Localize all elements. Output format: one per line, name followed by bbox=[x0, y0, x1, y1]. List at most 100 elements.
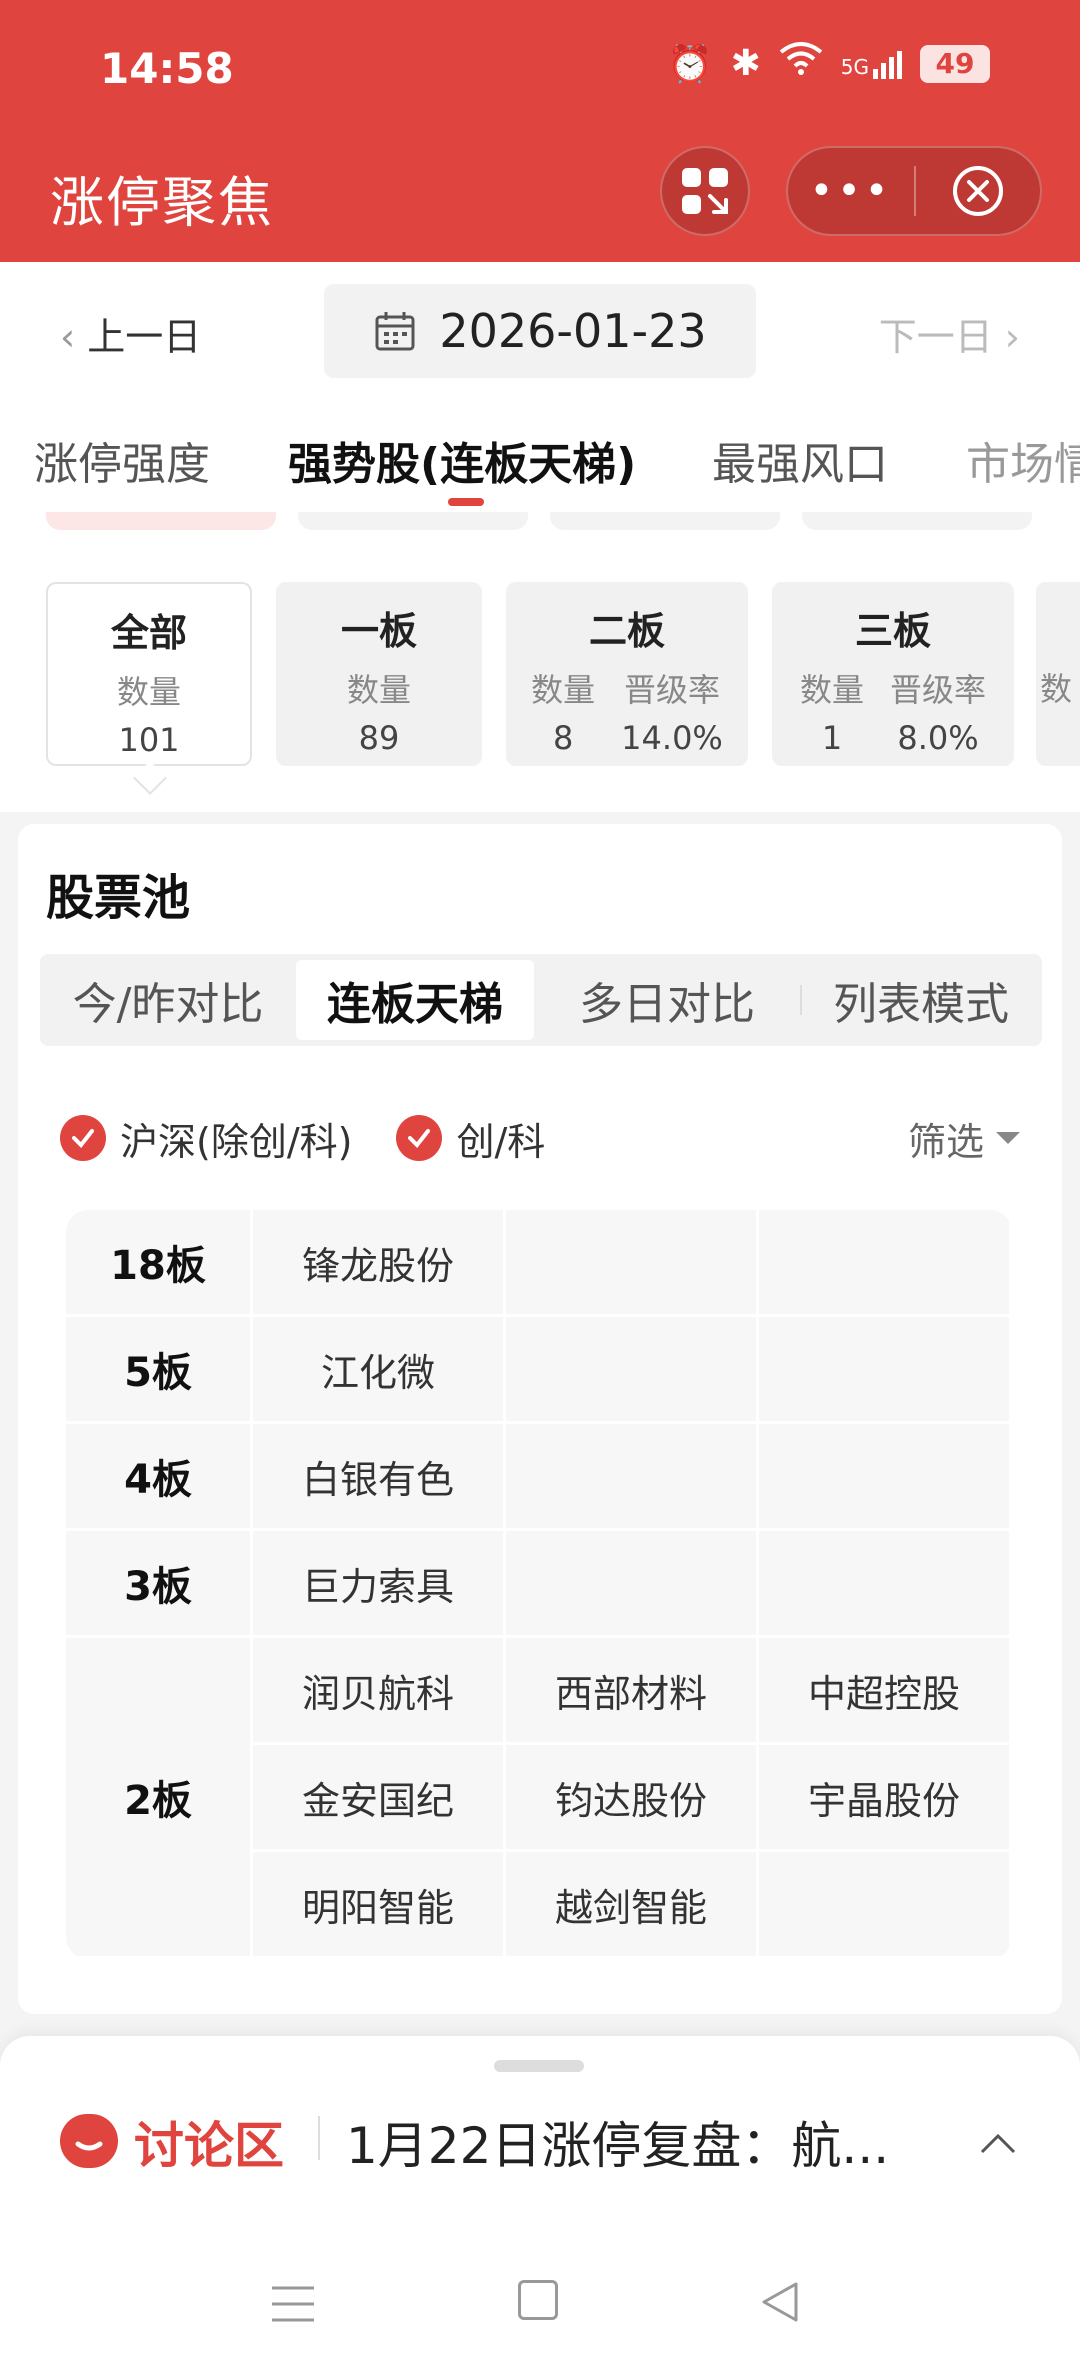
check-icon bbox=[408, 1129, 431, 1149]
ladder-stock[interactable]: 中超控股 bbox=[759, 1638, 1009, 1742]
ladder-row: 金安国纪 钧达股份 宇晶股份 bbox=[253, 1745, 1009, 1852]
bluetooth-icon: ✱ bbox=[730, 43, 761, 84]
prev-day-button[interactable]: ‹ 上一日 bbox=[60, 306, 201, 361]
stock-pool-panel: 股票池 今/昨对比 连板天梯 多日对比 列表模式 沪深(除创/科) 创/科 筛选… bbox=[18, 824, 1062, 2014]
ladder-board-label: 3板 bbox=[66, 1531, 250, 1635]
strip-pill bbox=[802, 512, 1032, 530]
ladder-row: 润贝航科 西部材料 中超控股 bbox=[253, 1638, 1009, 1745]
checkbox-ck[interactable] bbox=[396, 1115, 443, 1161]
ladder-row: 4板 白银有色 bbox=[66, 1424, 1012, 1531]
board-card-1[interactable]: 一板 数量 89 bbox=[276, 582, 482, 766]
pool-subtabs: 今/昨对比 连板天梯 多日对比 列表模式 bbox=[40, 954, 1042, 1046]
dropdown-arrow-icon bbox=[996, 1132, 1020, 1144]
ladder-stock[interactable]: 锋龙股份 bbox=[253, 1210, 503, 1314]
ladder-group-2: 2板 润贝航科 西部材料 中超控股 金安国纪 钧达股份 宇晶股份 明阳智能 越剑… bbox=[66, 1638, 1012, 1959]
chevron-left-icon: ‹ bbox=[60, 315, 76, 359]
ladder-board-label: 2板 bbox=[66, 1638, 250, 1956]
discussion-divider bbox=[318, 2116, 320, 2160]
filter-ck-label[interactable]: 创/科 bbox=[456, 1111, 545, 1166]
subtab-list-mode[interactable]: 列表模式 bbox=[802, 960, 1040, 1040]
ladder-stock[interactable]: 金安国纪 bbox=[253, 1745, 503, 1849]
board-card-qty-label: 数量 bbox=[799, 671, 864, 709]
filter-hs-label[interactable]: 沪深(除创/科) bbox=[120, 1111, 352, 1166]
tab-market[interactable]: 市场情 bbox=[966, 428, 1080, 492]
board-card-rate-label: 晋级率 bbox=[623, 671, 720, 709]
ladder-stock bbox=[759, 1210, 1009, 1314]
discussion-latest-post[interactable]: 1月22日涨停复盘：航... bbox=[346, 2106, 889, 2178]
sheet-drag-handle[interactable] bbox=[494, 2060, 584, 2072]
board-card-qty: 8 bbox=[552, 719, 574, 757]
ladder-stock bbox=[759, 1424, 1009, 1528]
check-icon bbox=[72, 1129, 94, 1149]
ladder-stock[interactable]: 宇晶股份 bbox=[759, 1745, 1009, 1849]
ladder-stock bbox=[506, 1210, 756, 1314]
main-tabs: 涨停强度 强势股(连板天梯) 最强风口 市场情 bbox=[0, 402, 1080, 512]
ladder-stock[interactable]: 润贝航科 bbox=[253, 1638, 503, 1742]
ladder-stock[interactable]: 白银有色 bbox=[253, 1424, 503, 1528]
board-card-name: 二板 bbox=[588, 609, 665, 653]
ladder-stock[interactable]: 越剑智能 bbox=[506, 1852, 756, 1956]
signal-icon: 5G bbox=[841, 49, 902, 79]
board-card-qty-label: 数量 bbox=[346, 671, 411, 709]
ladder-stock bbox=[759, 1317, 1009, 1421]
board-card-name: 一板 bbox=[340, 609, 417, 653]
apps-icon bbox=[682, 168, 728, 214]
board-card-name: 全部 bbox=[110, 611, 187, 655]
top-app-bar: 14:58 ⏰ ✱ 5G 49 涨停聚焦 ••• bbox=[0, 0, 1080, 262]
strip-pill bbox=[298, 512, 528, 530]
subtab-today-vs-yesterday[interactable]: 今/昨对比 bbox=[40, 960, 296, 1040]
menu-icon[interactable] bbox=[270, 2284, 316, 2324]
strip-pill bbox=[46, 512, 276, 530]
back-icon[interactable] bbox=[758, 2280, 802, 2324]
app-title: 涨停聚焦 bbox=[50, 171, 274, 234]
next-day-button[interactable]: 下一日 › bbox=[879, 306, 1020, 361]
subtab-ladder[interactable]: 连板天梯 bbox=[296, 960, 534, 1040]
subtab-multi-day[interactable]: 多日对比 bbox=[534, 960, 800, 1040]
ladder-stock[interactable]: 明阳智能 bbox=[253, 1852, 503, 1956]
filter-dropdown[interactable]: 筛选 bbox=[908, 1111, 1020, 1166]
home-icon[interactable] bbox=[518, 2280, 558, 2320]
apps-button[interactable] bbox=[660, 146, 750, 236]
status-icons: ⏰ ✱ 5G 49 bbox=[668, 42, 990, 85]
board-card-rate-label: 晋级率 bbox=[890, 671, 987, 709]
ladder-row: 18板 锋龙股份 bbox=[66, 1210, 1012, 1317]
collapsed-strip bbox=[0, 512, 1080, 542]
discussion-label: 讨论区 bbox=[134, 2117, 284, 2175]
battery-icon: 49 bbox=[920, 44, 990, 83]
board-card-3[interactable]: 三板 数量 1 晋级率 8.0% bbox=[772, 582, 1014, 766]
selected-date: 2026-01-23 bbox=[439, 304, 707, 358]
active-tab-indicator bbox=[448, 498, 484, 506]
checkbox-hs[interactable] bbox=[60, 1115, 106, 1161]
board-card-qty: 1 bbox=[821, 719, 843, 757]
selected-card-pointer bbox=[133, 761, 167, 795]
strip-pill bbox=[550, 512, 780, 530]
tab-hot-sector[interactable]: 最强风口 bbox=[712, 428, 888, 492]
ladder-row: 明阳智能 越剑智能 bbox=[253, 1852, 1009, 1959]
tab-strong-stocks[interactable]: 强势股(连板天梯) bbox=[288, 428, 636, 492]
board-card-all[interactable]: 全部 数量 101 bbox=[46, 582, 252, 766]
board-card-rate: 8.0% bbox=[897, 719, 979, 757]
ladder-row: 5板 江化微 bbox=[66, 1317, 1012, 1424]
chevron-up-icon[interactable] bbox=[978, 2124, 1018, 2164]
ladder-stock[interactable]: 巨力索具 bbox=[253, 1531, 503, 1635]
board-cards: 全部 数量 101 一板 数量 89 二板 数量 8 晋级率 14.0% 三板 … bbox=[0, 542, 1080, 812]
calendar-icon bbox=[375, 312, 415, 351]
tab-limit-strength[interactable]: 涨停强度 bbox=[34, 428, 210, 492]
ladder-row: 3板 巨力索具 bbox=[66, 1531, 1012, 1638]
board-card-qty: 101 bbox=[118, 721, 180, 759]
close-icon bbox=[952, 166, 1003, 216]
date-navigation: ‹ 上一日 2026-01-23 下一日 › bbox=[0, 262, 1080, 402]
date-picker[interactable]: 2026-01-23 bbox=[324, 284, 756, 378]
ladder-stock[interactable]: 江化微 bbox=[253, 1317, 503, 1421]
more-button[interactable]: ••• bbox=[788, 168, 914, 214]
close-button[interactable] bbox=[916, 164, 1040, 218]
board-card-qty-label: 数 bbox=[1040, 670, 1073, 708]
ladder-stock bbox=[759, 1852, 1009, 1956]
board-card-name: 三板 bbox=[854, 609, 931, 653]
alarm-icon: ⏰ bbox=[667, 43, 713, 85]
ladder-stock[interactable]: 西部材料 bbox=[506, 1638, 756, 1742]
board-card-2[interactable]: 二板 数量 8 晋级率 14.0% bbox=[506, 582, 748, 766]
board-card-4[interactable]: 数 bbox=[1036, 582, 1080, 766]
chevron-right-icon: › bbox=[1004, 315, 1020, 359]
ladder-stock[interactable]: 钧达股份 bbox=[506, 1745, 756, 1849]
